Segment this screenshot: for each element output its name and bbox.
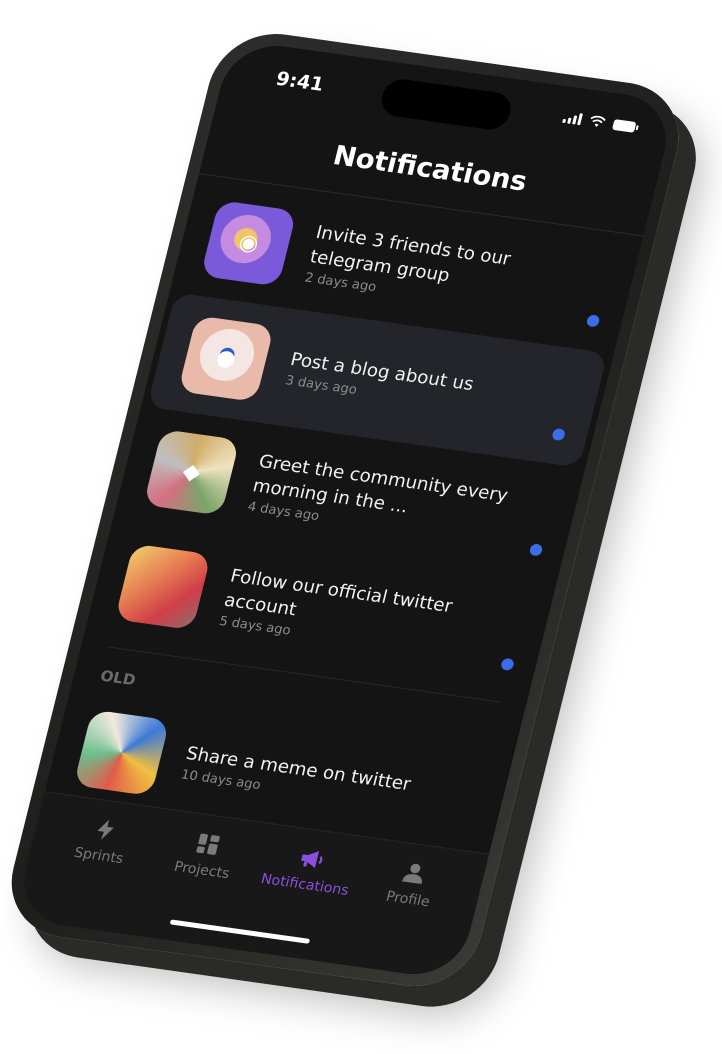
unread-dot [551, 427, 567, 442]
megaphone-icon [300, 851, 323, 868]
status-icons [562, 111, 637, 133]
notification-list: ◉ Invite 3 friends to our telegram group… [31, 177, 642, 910]
tab-label: Sprints [72, 844, 126, 868]
cellular-signal-icon [562, 111, 583, 126]
lightning-icon [97, 819, 114, 841]
network-artwork-thumbnail: ● [177, 315, 275, 403]
coin-icon: ◉ [236, 229, 262, 257]
status-time: 9:41 [273, 67, 327, 96]
tab-sprints[interactable]: Sprints [49, 811, 155, 871]
ethereum-icon: ◆ [180, 459, 203, 486]
tab-label: Notifications [259, 871, 351, 899]
notification-text: Post a blog about us 3 days ago [284, 347, 555, 424]
unread-dot [585, 314, 601, 328]
tab-label: Projects [172, 858, 232, 883]
unread-dot [500, 657, 515, 672]
notification-text: Greet the community every morning in the… [246, 449, 535, 552]
dynamic-island [377, 77, 515, 132]
stage: 9:41 Notifications ◉ Invite 3 friends to… [0, 0, 722, 1054]
phone-frame: 9:41 Notifications ◉ Invite 3 friends to… [0, 25, 692, 995]
notification-text: Invite 3 friends to our telegram group 2… [303, 220, 592, 323]
battery-icon [612, 118, 637, 133]
ethereum-artwork-thumbnail: ◆ [143, 429, 240, 516]
notification-text: Share a meme on twitter 10 days ago [179, 741, 484, 823]
tab-label: Profile [384, 888, 432, 911]
grid-icon [196, 833, 221, 855]
tab-notifications[interactable]: Notifications [256, 840, 362, 900]
home-indicator[interactable] [169, 919, 311, 944]
tab-projects[interactable]: Projects [153, 825, 259, 885]
abstract-paint-artwork-thumbnail [114, 543, 212, 631]
unread-dot [528, 543, 544, 557]
tab-profile[interactable]: Profile [359, 854, 465, 914]
wifi-icon [590, 115, 606, 128]
person-icon [402, 863, 423, 885]
coins-artwork-thumbnail: ◉ [200, 200, 297, 287]
network-node-icon: ● [213, 345, 239, 373]
notification-text: Follow our official twitter account 5 da… [218, 563, 507, 666]
colorful-paint-artwork-thumbnail [73, 709, 170, 797]
